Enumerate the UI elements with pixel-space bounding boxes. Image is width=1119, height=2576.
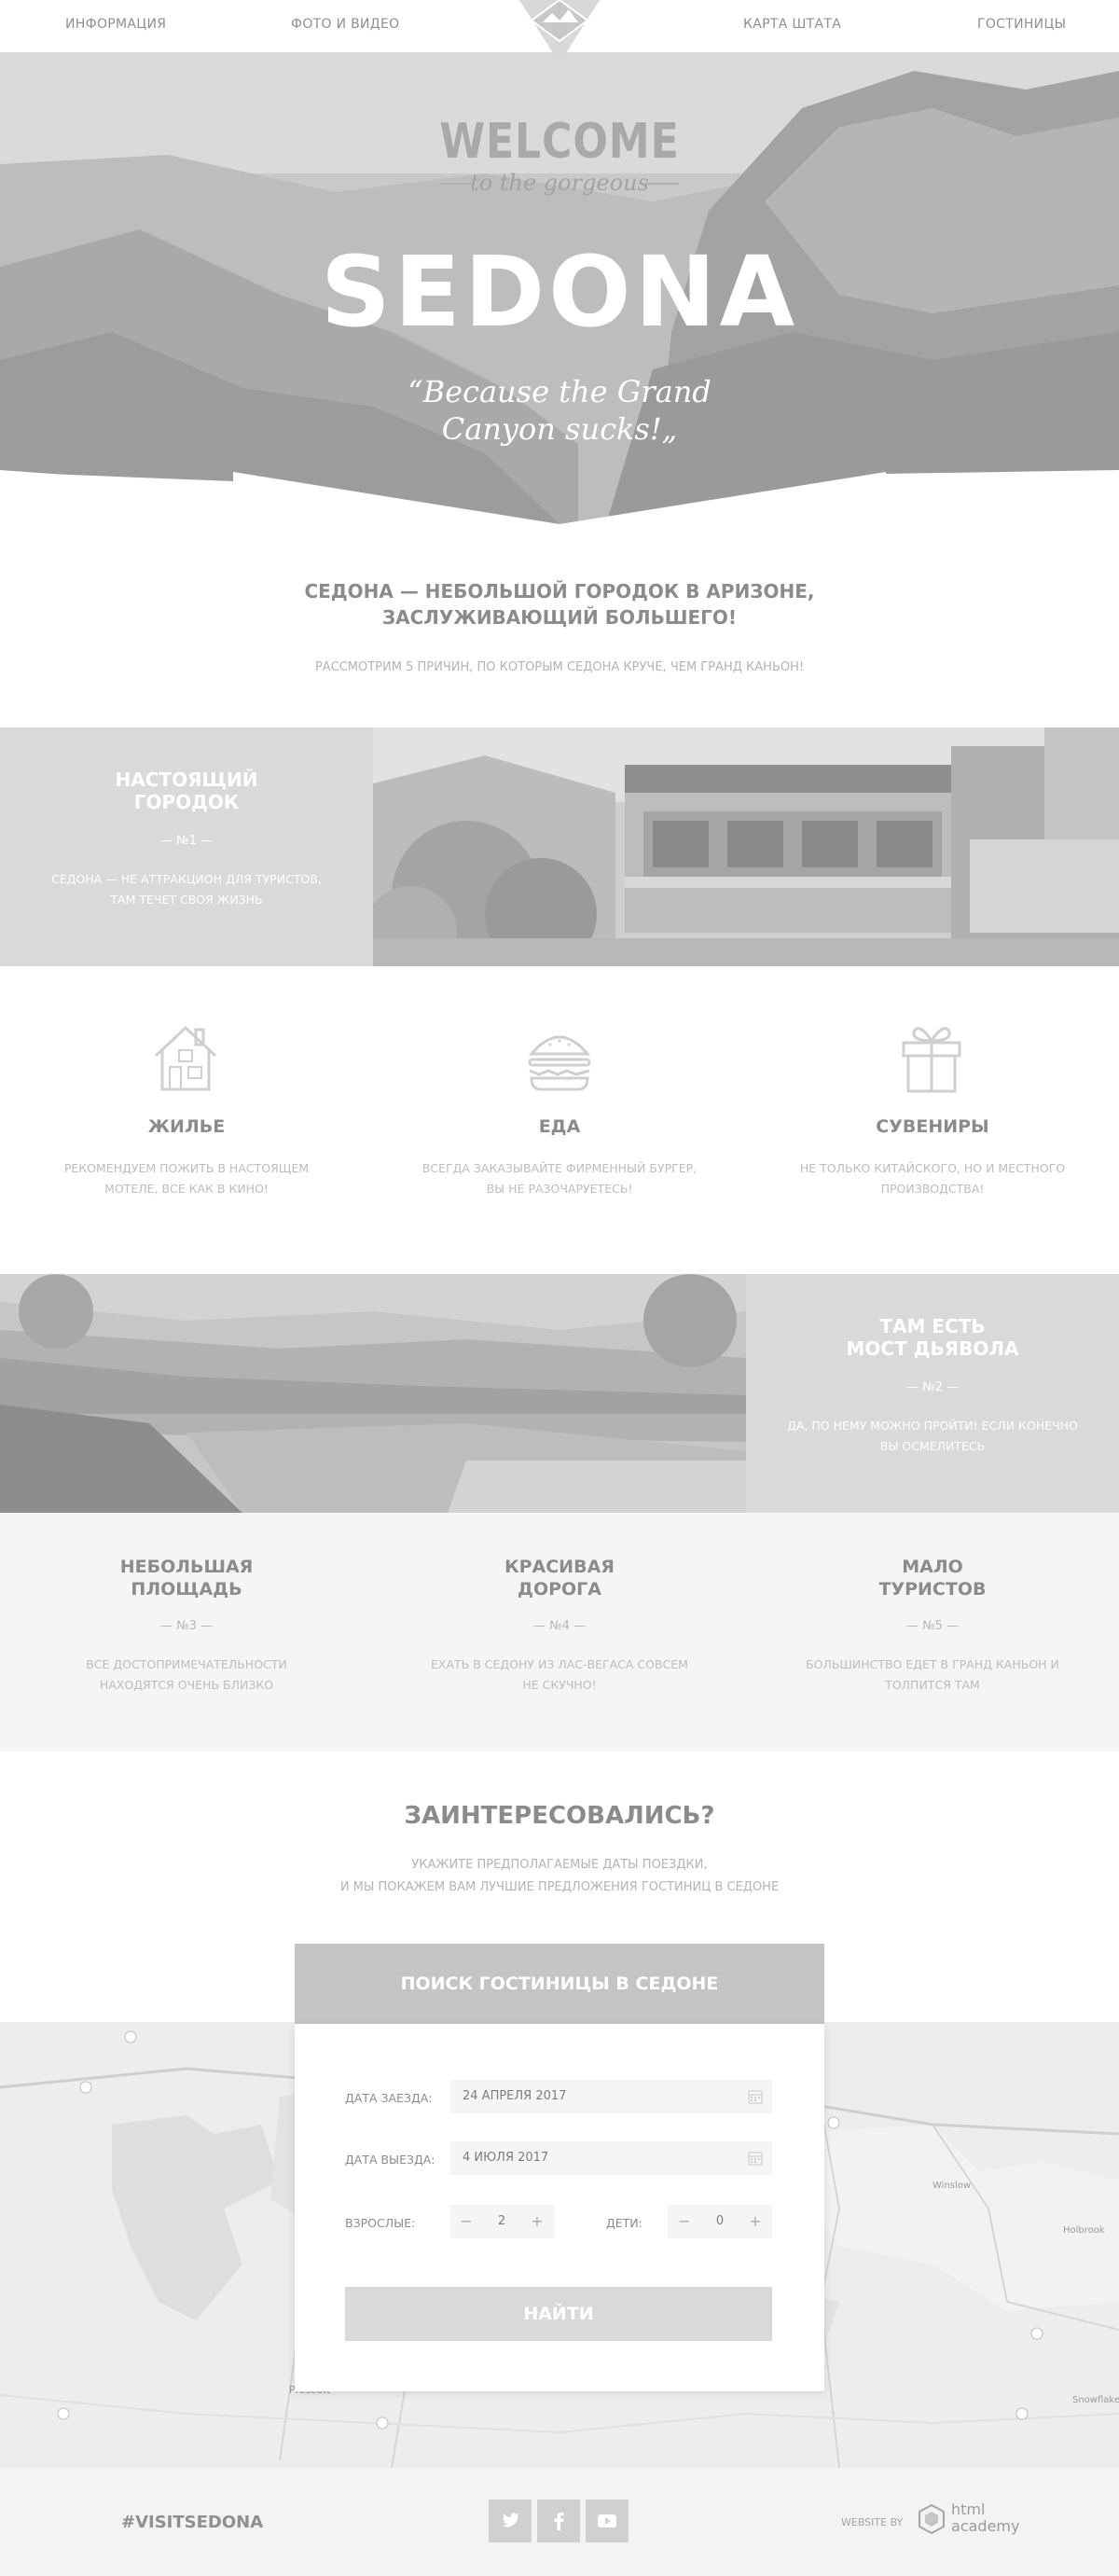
facebook-icon xyxy=(554,2512,564,2530)
nav-link-photo-video[interactable]: Фото и видео xyxy=(291,17,400,32)
children-label: Дети: xyxy=(606,2216,642,2230)
intro-subtitle: Рассмотрим 5 причин, по которым Седона к… xyxy=(314,660,805,674)
checkout-date-value: 4 июля 2017 xyxy=(463,2151,549,2165)
reason-4-text-line-2: не скучно! xyxy=(522,1678,597,1692)
reason-1-title-line-1: Настоящий xyxy=(115,769,258,791)
feature-food-text-line-1: Всегда заказывайте фирменный бургер, xyxy=(421,1161,698,1175)
reason-2-text-line-1: Да, по нему можно пройти! Если конечно xyxy=(787,1419,1078,1433)
reason-3-text-line-1: Все достопримечательности xyxy=(86,1657,287,1671)
html-academy-line-1[interactable]: html xyxy=(951,2501,985,2517)
checkout-date-input[interactable]: 4 июля 2017 xyxy=(449,2141,772,2175)
checkin-date-input[interactable]: 24 апреля 2017 xyxy=(449,2080,772,2113)
reason-3-text-line-2: находятся очень близко xyxy=(99,1678,274,1692)
youtube-button[interactable] xyxy=(586,2500,629,2542)
burger-icon xyxy=(526,1026,593,1091)
reason-1-title-line-2: городок xyxy=(133,791,240,813)
feature-food-title: Еда xyxy=(538,1116,581,1137)
map-label-holbrook: Holbrook xyxy=(1063,2225,1105,2236)
find-button[interactable]: Найти xyxy=(345,2287,772,2341)
reason-4-text-line-1: Ехать в Седону из Лас-Вегаса совсем xyxy=(431,1657,688,1671)
subheading-row: to the gorgeous xyxy=(0,170,1119,198)
twitter-button[interactable] xyxy=(489,2500,532,2542)
nav-link-info[interactable]: Информация xyxy=(65,17,166,32)
hero-quote-line-2: Canyon sucks!„ xyxy=(441,411,678,447)
checkin-date-value: 24 апреля 2017 xyxy=(463,2089,567,2103)
calendar-icon[interactable] xyxy=(748,2151,763,2166)
reason-5-text-line-1: Большинство едет в Гранд Каньон и xyxy=(806,1657,1059,1671)
nav-link-state-map[interactable]: Карта штата xyxy=(743,17,841,32)
reason-2-title-line-2: мост дьявола xyxy=(846,1337,1019,1360)
reason-2-number: — №2 — xyxy=(905,1380,960,1394)
adults-plus-button[interactable]: + xyxy=(520,2205,554,2238)
site-logo[interactable] xyxy=(498,0,621,63)
feature-housing-text-line-2: мотеле, все как в кино! xyxy=(104,1182,269,1196)
html-academy-line-2[interactable]: academy xyxy=(951,2518,1019,2534)
html-academy-logo-icon[interactable] xyxy=(918,2503,946,2535)
reasons-3-5-section: Небольшая площадь — №3 — Все достопримеч… xyxy=(0,1513,1119,1752)
reason-4-number: — №4 — xyxy=(532,1619,587,1633)
reason-2-panel: Там есть мост дьявола — №2 — Да, по нему… xyxy=(746,1274,1119,1513)
feature-souvenirs-text-line-1: Не только китайского, но и местного xyxy=(799,1161,1066,1175)
to-the-gorgeous-text: to the gorgeous xyxy=(470,170,649,196)
reason-1-panel: Настоящий городок — №1 — Седона — не атт… xyxy=(0,727,373,966)
adults-stepper: − 2 + xyxy=(449,2205,554,2238)
intro-title-line-1: Седона — небольшой городок в Аризоне, xyxy=(304,580,815,602)
reason-4-title-line-2: дорога xyxy=(518,1579,601,1600)
adults-count[interactable]: 2 xyxy=(483,2205,520,2238)
features-section: Жилье Рекомендуем пожить в настоящем мот… xyxy=(0,966,1119,1274)
nav-link-hotels[interactable]: Гостиницы xyxy=(977,17,1066,32)
reason-4-title-line-1: Красивая xyxy=(504,1557,615,1577)
children-stepper: − 0 + xyxy=(668,2205,772,2238)
hero-quote-line-1: “Because the Grand xyxy=(408,374,711,409)
reason-5-number: — №5 — xyxy=(905,1619,960,1633)
reason-5-title-line-1: Мало xyxy=(902,1557,963,1577)
reason-2-title-line-1: Там есть xyxy=(879,1315,986,1337)
reason-1-number: — №1 — xyxy=(159,834,214,848)
town-photo xyxy=(373,727,1119,966)
hotel-search-form: Дата заезда: 24 апреля 2017 Дата выезда:… xyxy=(295,2024,824,2391)
devils-bridge-photo xyxy=(0,1274,746,1513)
interest-title: Заинтересовались? xyxy=(404,1802,715,1830)
interest-subtitle-line-1: Укажите предполагаемые даты поездки, xyxy=(411,1858,708,1872)
hotel-search-title: Поиск гостиницы в Седоне xyxy=(295,1944,824,2024)
feature-souvenirs-text-line-2: производства! xyxy=(880,1182,985,1196)
reason-3-title-line-1: Небольшая xyxy=(119,1557,254,1577)
adults-label: Взрослые: xyxy=(345,2216,416,2230)
reason-1-text-line-2: там течет своя жизнь xyxy=(110,893,263,907)
feature-housing-text-line-1: Рекомендуем пожить в настоящем xyxy=(63,1161,310,1175)
checkin-label: Дата заезда: xyxy=(345,2091,433,2105)
feature-souvenirs-title: Сувениры xyxy=(876,1116,989,1137)
hero-section: WELCOME to the gorgeous SEDONA “Because … xyxy=(0,52,1119,524)
adults-minus-button[interactable]: − xyxy=(449,2205,483,2238)
welcome-heading: WELCOME xyxy=(439,114,680,170)
feature-housing-title: Жилье xyxy=(147,1116,226,1137)
map-label-winslow: Winslow xyxy=(932,2181,972,2191)
twitter-icon xyxy=(503,2513,519,2528)
facebook-button[interactable] xyxy=(537,2500,580,2542)
reason-5-text-line-2: толпится там xyxy=(885,1678,980,1692)
reason-1-text-line-1: Седона — не аттракцион для туристов, xyxy=(51,872,322,886)
website-by-label: WEBSITE BY xyxy=(841,2516,904,2528)
children-minus-button[interactable]: − xyxy=(668,2205,701,2238)
children-count[interactable]: 0 xyxy=(701,2205,739,2238)
hashtag: #VISITSEDONA xyxy=(121,2513,264,2532)
interest-subtitle-line-2: и мы покажем вам лучшие предложения гост… xyxy=(339,1880,780,1894)
intro-title-line-2: заслуживающий большего! xyxy=(381,606,738,629)
checkout-label: Дата выезда: xyxy=(345,2153,435,2167)
reason-3-number: — №3 — xyxy=(159,1619,214,1633)
reason-5-title-line-2: туристов xyxy=(878,1579,987,1600)
reason-2-text-line-2: вы осмелитесь xyxy=(879,1439,986,1453)
footer: #VISITSEDONA WEBSITE BY html academy xyxy=(0,2468,1119,2576)
children-plus-button[interactable]: + xyxy=(739,2205,772,2238)
youtube-icon xyxy=(598,2514,616,2528)
divider-line xyxy=(645,183,679,185)
map-label-snowflake: Snowflake xyxy=(1072,2395,1119,2405)
hero-title: SEDONA xyxy=(320,235,799,349)
feature-food-text-line-2: вы не разочаруетесь! xyxy=(486,1182,633,1196)
reason-3-title-line-2: площадь xyxy=(131,1579,242,1600)
gift-icon xyxy=(901,1020,962,1093)
house-icon xyxy=(153,1022,218,1093)
calendar-icon[interactable] xyxy=(748,2089,763,2104)
